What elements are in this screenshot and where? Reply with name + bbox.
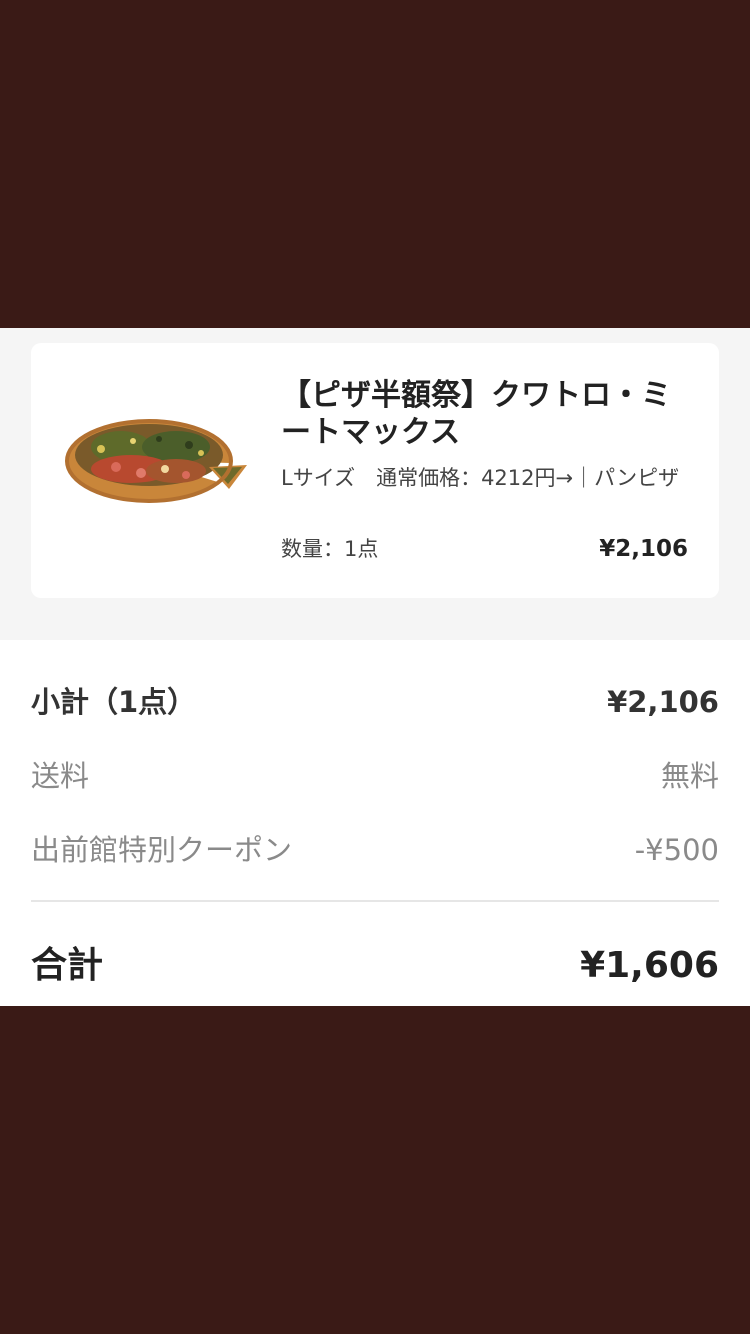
summary-divider bbox=[31, 900, 719, 902]
total-row: 合計 ¥1,606 bbox=[31, 938, 719, 994]
subtotal-row: 小計（1点） ¥2,106 bbox=[31, 680, 719, 724]
item-quantity: 数量：1点 bbox=[281, 537, 379, 561]
subtotal-value: ¥2,106 bbox=[607, 685, 719, 719]
item-description: Lサイズ 通常価格：4212円→｜パンピザ bbox=[281, 466, 680, 490]
order-item-card: 【ピザ半額祭】クワトロ・ミートマックス Lサイズ 通常価格：4212円→｜パンピ… bbox=[31, 343, 719, 598]
item-title: 【ピザ半額祭】クワトロ・ミートマックス bbox=[281, 378, 671, 450]
modal-overlay-bottom[interactable] bbox=[0, 1006, 750, 1334]
coupon-row: 出前館特別クーポン -¥500 bbox=[31, 828, 719, 872]
total-label: 合計 bbox=[31, 945, 104, 986]
coupon-value: -¥500 bbox=[634, 833, 719, 867]
shipping-value: 無料 bbox=[660, 759, 719, 793]
item-price: ¥2,106 bbox=[599, 536, 688, 562]
pizza-image bbox=[65, 419, 247, 503]
shipping-row: 送料 無料 bbox=[31, 754, 719, 798]
coupon-label: 出前館特別クーポン bbox=[31, 833, 293, 867]
modal-overlay-top[interactable] bbox=[0, 0, 750, 328]
subtotal-label: 小計（1点） bbox=[31, 685, 197, 719]
order-items-section: 【ピザ半額祭】クワトロ・ミートマックス Lサイズ 通常価格：4212円→｜パンピ… bbox=[0, 328, 750, 640]
total-value: ¥1,606 bbox=[580, 945, 719, 986]
order-summary-panel: 【ピザ半額祭】クワトロ・ミートマックス Lサイズ 通常価格：4212円→｜パンピ… bbox=[0, 328, 750, 1006]
shipping-label: 送料 bbox=[31, 759, 90, 793]
